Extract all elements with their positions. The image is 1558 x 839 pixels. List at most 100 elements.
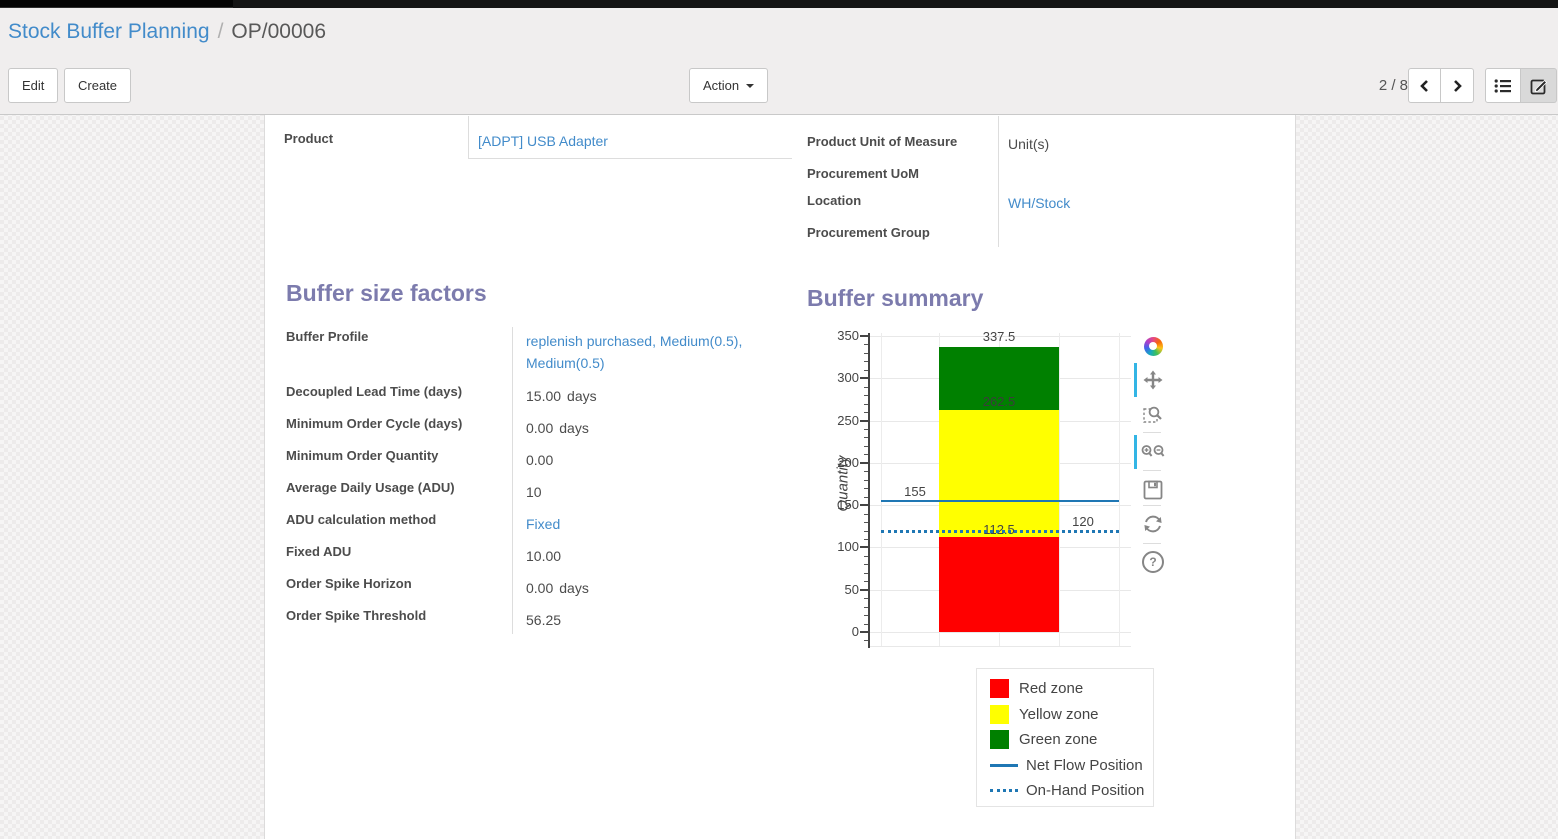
modebar-active-indicator <box>1134 435 1137 469</box>
legend-item[interactable]: Net Flow Position <box>990 753 1153 779</box>
autoscale-refresh-icon[interactable] <box>1140 511 1166 537</box>
next-record-button[interactable] <box>1441 68 1474 103</box>
y-axis-tick-label: 0 <box>819 624 859 639</box>
chevron-left-icon <box>1417 78 1433 94</box>
legend-item[interactable]: Yellow zone <box>990 702 1153 728</box>
factors-separator-line <box>512 327 513 634</box>
location-field-value-link[interactable]: WH/Stock <box>1008 195 1070 211</box>
breadcrumb-parent-link[interactable]: Stock Buffer Planning <box>8 20 210 43</box>
create-button[interactable]: Create <box>64 68 131 103</box>
field-row: Average Daily Usage (ADU) 10 <box>286 476 791 508</box>
y-axis-tick-label: 100 <box>819 539 859 554</box>
list-view-button[interactable] <box>1485 68 1521 103</box>
moc-label: Minimum Order Cycle (days) <box>286 412 512 444</box>
field-row: Order Spike Threshold 56.25 <box>286 604 791 636</box>
pan-icon[interactable] <box>1140 367 1166 393</box>
modebar-divider <box>1143 543 1161 544</box>
legend-item[interactable]: On-Hand Position <box>990 778 1153 804</box>
y-axis-tick <box>860 335 868 337</box>
save-icon[interactable] <box>1140 477 1166 503</box>
legend-item[interactable]: Green zone <box>990 727 1153 753</box>
field-row: Fixed ADU 10.00 <box>286 540 791 572</box>
record-pager <box>1408 68 1474 103</box>
adu-method-value-link[interactable]: Fixed <box>512 508 791 540</box>
y-axis-tick <box>860 589 868 591</box>
uom-field-label: Product Unit of Measure <box>807 134 957 149</box>
annotation-on-hand-position: 120 <box>1063 514 1103 529</box>
modebar-divider <box>1143 432 1161 433</box>
annotation-top-of-yellow: 262.5 <box>969 394 1029 409</box>
edit-form-icon <box>1530 77 1548 95</box>
procurement-uom-field-label: Procurement UoM <box>807 166 919 181</box>
product-row-underline <box>468 158 792 159</box>
zoom-box-icon[interactable] <box>1140 401 1166 427</box>
field-row: ADU calculation method Fixed <box>286 508 791 540</box>
buffer-profile-label: Buffer Profile <box>286 325 512 380</box>
on-hand-position-line <box>881 530 1119 533</box>
procurement-group-field-label: Procurement Group <box>807 225 930 240</box>
top-menu-segment <box>0 0 233 8</box>
chart-legend: Red zone Yellow zone Green zone Net Flow… <box>976 668 1154 807</box>
gridline-v <box>1059 333 1060 646</box>
form-sheet: Product [ADPT] USB Adapter Product Unit … <box>264 115 1296 839</box>
y-axis-tick <box>860 504 868 506</box>
form-view-button[interactable] <box>1521 68 1557 103</box>
location-field-label: Location <box>807 193 861 208</box>
y-axis-tick <box>860 631 868 633</box>
factors-group: Buffer Profile replenish purchased, Medi… <box>286 325 791 636</box>
dlt-value: 15.00 days <box>512 380 791 412</box>
legend-label: Red zone <box>1019 680 1083 697</box>
pager-counter: 2 / 8 <box>1379 77 1408 94</box>
y-axis-tick-label: 50 <box>819 582 859 597</box>
dlt-number: 15.00 <box>526 388 561 404</box>
app-window: Stock Buffer Planning / OP/00006 Edit Crea… <box>0 0 1558 839</box>
spike-horizon-unit: days <box>559 580 589 596</box>
breadcrumb-separator: / <box>218 20 224 43</box>
action-dropdown-button[interactable]: Action <box>689 68 768 103</box>
y-axis-tick <box>860 377 868 379</box>
adu-value: 10 <box>512 476 791 508</box>
y-axis-tick-label: 150 <box>819 497 859 512</box>
spike-horizon-label: Order Spike Horizon <box>286 572 512 604</box>
moq-label: Minimum Order Quantity <box>286 444 512 476</box>
dlt-unit: days <box>567 388 597 404</box>
adu-method-label: ADU calculation method <box>286 508 512 540</box>
y-axis-tick-label: 200 <box>819 455 859 470</box>
control-panel: Stock Buffer Planning / OP/00006 Edit Crea… <box>0 8 1558 115</box>
annotation-net-flow-position: 155 <box>895 484 935 499</box>
yellow-zone-swatch-icon <box>990 705 1009 724</box>
legend-label: Net Flow Position <box>1026 757 1143 774</box>
moq-value: 0.00 <box>512 444 791 476</box>
modebar-active-indicator <box>1134 363 1137 397</box>
y-axis-tick-label: 250 <box>819 413 859 428</box>
breadcrumb-current: OP/00006 <box>231 20 326 43</box>
list-icon <box>1494 78 1512 94</box>
uom-field-value: Unit(s) <box>1008 136 1049 152</box>
action-label: Action <box>703 78 739 93</box>
green-zone-swatch-icon <box>990 730 1009 749</box>
legend-item[interactable]: Red zone <box>990 676 1153 702</box>
y-axis-tick-label: 300 <box>819 370 859 385</box>
edit-button[interactable]: Edit <box>8 68 58 103</box>
red-zone-bar <box>939 537 1059 632</box>
help-icon[interactable]: ? <box>1140 549 1166 575</box>
buffer-summary-chart: Quantity 050100150200250300350337.5262.5… <box>805 325 1185 670</box>
previous-record-button[interactable] <box>1408 68 1441 103</box>
spike-horizon-number: 0.00 <box>526 580 553 596</box>
caret-down-icon <box>746 84 754 88</box>
y-axis-tick <box>860 420 868 422</box>
product-field-value-link[interactable]: [ADPT] USB Adapter <box>478 133 608 149</box>
buffer-profile-value-link[interactable]: replenish purchased, Medium(0.5), Medium… <box>512 325 791 380</box>
moc-unit: days <box>559 420 589 436</box>
moc-number: 0.00 <box>526 420 553 436</box>
y-axis-tick-label: 350 <box>819 328 859 343</box>
chevron-right-icon <box>1449 78 1465 94</box>
plot-bottom-edge <box>868 646 1131 647</box>
adu-label: Average Daily Usage (ADU) <box>286 476 512 508</box>
field-row: Buffer Profile replenish purchased, Medi… <box>286 325 791 380</box>
plotly-logo-icon[interactable] <box>1140 333 1166 359</box>
zoom-in-out-icons[interactable] <box>1140 439 1166 465</box>
factors-section-title: Buffer size factors <box>286 280 487 307</box>
dotted-line-swatch-icon <box>990 789 1018 792</box>
field-row: Order Spike Horizon 0.00 days <box>286 572 791 604</box>
